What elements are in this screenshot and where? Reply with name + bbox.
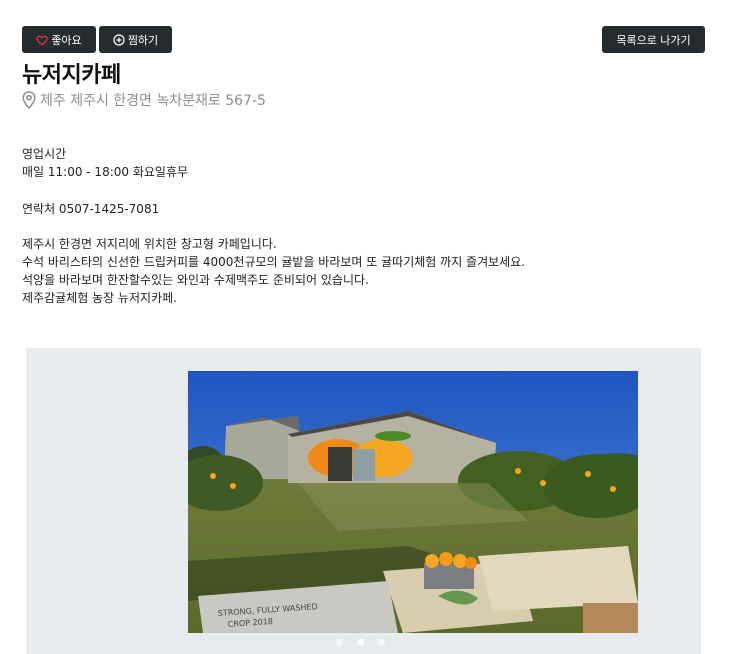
description-line: 석양을 바라보며 한잔할수있는 와인과 수제맥주도 준비되어 있습니다. bbox=[22, 273, 369, 287]
description-line: 제주시 한경면 저지리에 위치한 창고형 카페입니다. bbox=[22, 237, 277, 251]
map-pin-icon bbox=[22, 91, 36, 109]
hours-value: 매일 11:00 - 18:00 화요일휴무 bbox=[22, 165, 189, 179]
like-label: 좋아요 bbox=[51, 33, 82, 47]
carousel-indicators bbox=[336, 639, 385, 646]
save-button[interactable]: 찜하기 bbox=[99, 26, 172, 53]
contact-text: 연락처 0507-1425-7081 bbox=[22, 202, 160, 216]
photo-carousel[interactable]: STRONG, FULLY WASHED CROP 2018 bbox=[26, 348, 701, 654]
back-to-list-label: 목록으로 나가기 bbox=[616, 33, 691, 47]
back-to-list-button[interactable]: 목록으로 나가기 bbox=[602, 26, 705, 53]
plus-circle-icon bbox=[113, 33, 125, 46]
save-label: 찜하기 bbox=[127, 33, 159, 47]
cafe-photo: STRONG, FULLY WASHED CROP 2018 bbox=[188, 371, 638, 633]
hours-title: 영업시간 bbox=[22, 147, 67, 161]
description-line: 제주감귤체험 농장 뉴저지카페. bbox=[22, 291, 177, 305]
cafe-detail-page: 좋아요 찜하기 목록으로 나가기 뉴저지카페 제주 제주시 한경면 녹차분재로 … bbox=[0, 0, 731, 654]
carousel-dot-active[interactable] bbox=[357, 639, 364, 646]
page-title: 뉴저지카페 bbox=[22, 63, 121, 88]
carousel-dot[interactable] bbox=[336, 639, 343, 646]
like-button[interactable]: 좋아요 bbox=[22, 26, 96, 53]
address-text: 제주 제주시 한경면 녹차분재로 567-5 bbox=[40, 93, 266, 109]
address-row: 제주 제주시 한경면 녹차분재로 567-5 bbox=[22, 90, 266, 110]
carousel-dot[interactable] bbox=[378, 639, 385, 646]
description-line: 수석 바리스타의 신선한 드립커피를 4000천규모의 귤밭을 바라보며 또 귤… bbox=[22, 255, 526, 269]
heart-icon bbox=[36, 34, 48, 46]
